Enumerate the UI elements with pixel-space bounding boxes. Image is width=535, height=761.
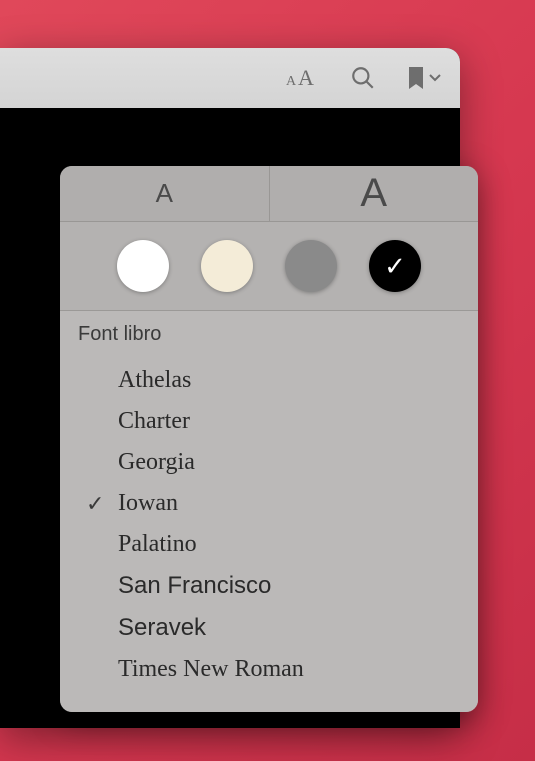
decrease-text-size-button[interactable]: A [60, 166, 269, 221]
app-window: A A A A [0, 48, 460, 728]
font-item-times-new-roman[interactable]: Times New Roman [78, 649, 460, 690]
chevron-down-icon [428, 73, 442, 83]
appearance-icon[interactable]: A A [286, 66, 320, 90]
font-item-seravek[interactable]: Seravek [78, 607, 460, 649]
toolbar: A A [0, 48, 460, 108]
font-item-iowan[interactable]: ✓ Iowan [78, 483, 460, 524]
bookmark-dropdown[interactable] [406, 65, 442, 91]
appearance-popover: A A ✓ Font libro Athelas Charter Georgia ✓ I… [60, 166, 478, 712]
font-label: Seravek [118, 614, 206, 642]
text-size-row: A A [60, 166, 478, 222]
font-item-san-francisco[interactable]: San Francisco [78, 565, 460, 607]
font-label: Charter [118, 408, 190, 435]
svg-text:A: A [286, 74, 297, 89]
increase-text-size-button[interactable]: A [270, 166, 479, 221]
theme-sepia[interactable] [201, 240, 253, 292]
font-item-georgia[interactable]: Georgia [78, 442, 460, 483]
search-icon[interactable] [350, 65, 376, 91]
font-label: Athelas [118, 367, 191, 394]
font-item-charter[interactable]: Charter [78, 401, 460, 442]
theme-row: ✓ [60, 222, 478, 311]
bookmark-icon [406, 65, 426, 91]
theme-gray[interactable] [285, 240, 337, 292]
font-label: Iowan [118, 490, 178, 517]
font-label: Georgia [118, 449, 195, 476]
small-a-label: A [156, 178, 173, 209]
checkmark-icon: ✓ [86, 491, 104, 517]
theme-white[interactable] [117, 240, 169, 292]
font-item-palatino[interactable]: Palatino [78, 524, 460, 565]
font-label: Palatino [118, 531, 197, 558]
checkmark-icon: ✓ [384, 251, 406, 282]
font-list: Font libro Athelas Charter Georgia ✓ Iowan Pa… [60, 311, 478, 712]
font-label: Times New Roman [118, 656, 304, 683]
font-list-header: Font libro [78, 323, 460, 346]
theme-black[interactable]: ✓ [369, 240, 421, 292]
font-item-athelas[interactable]: Athelas [78, 360, 460, 401]
large-a-label: A [360, 171, 387, 216]
font-label: San Francisco [118, 572, 271, 600]
svg-text:A: A [298, 66, 314, 90]
